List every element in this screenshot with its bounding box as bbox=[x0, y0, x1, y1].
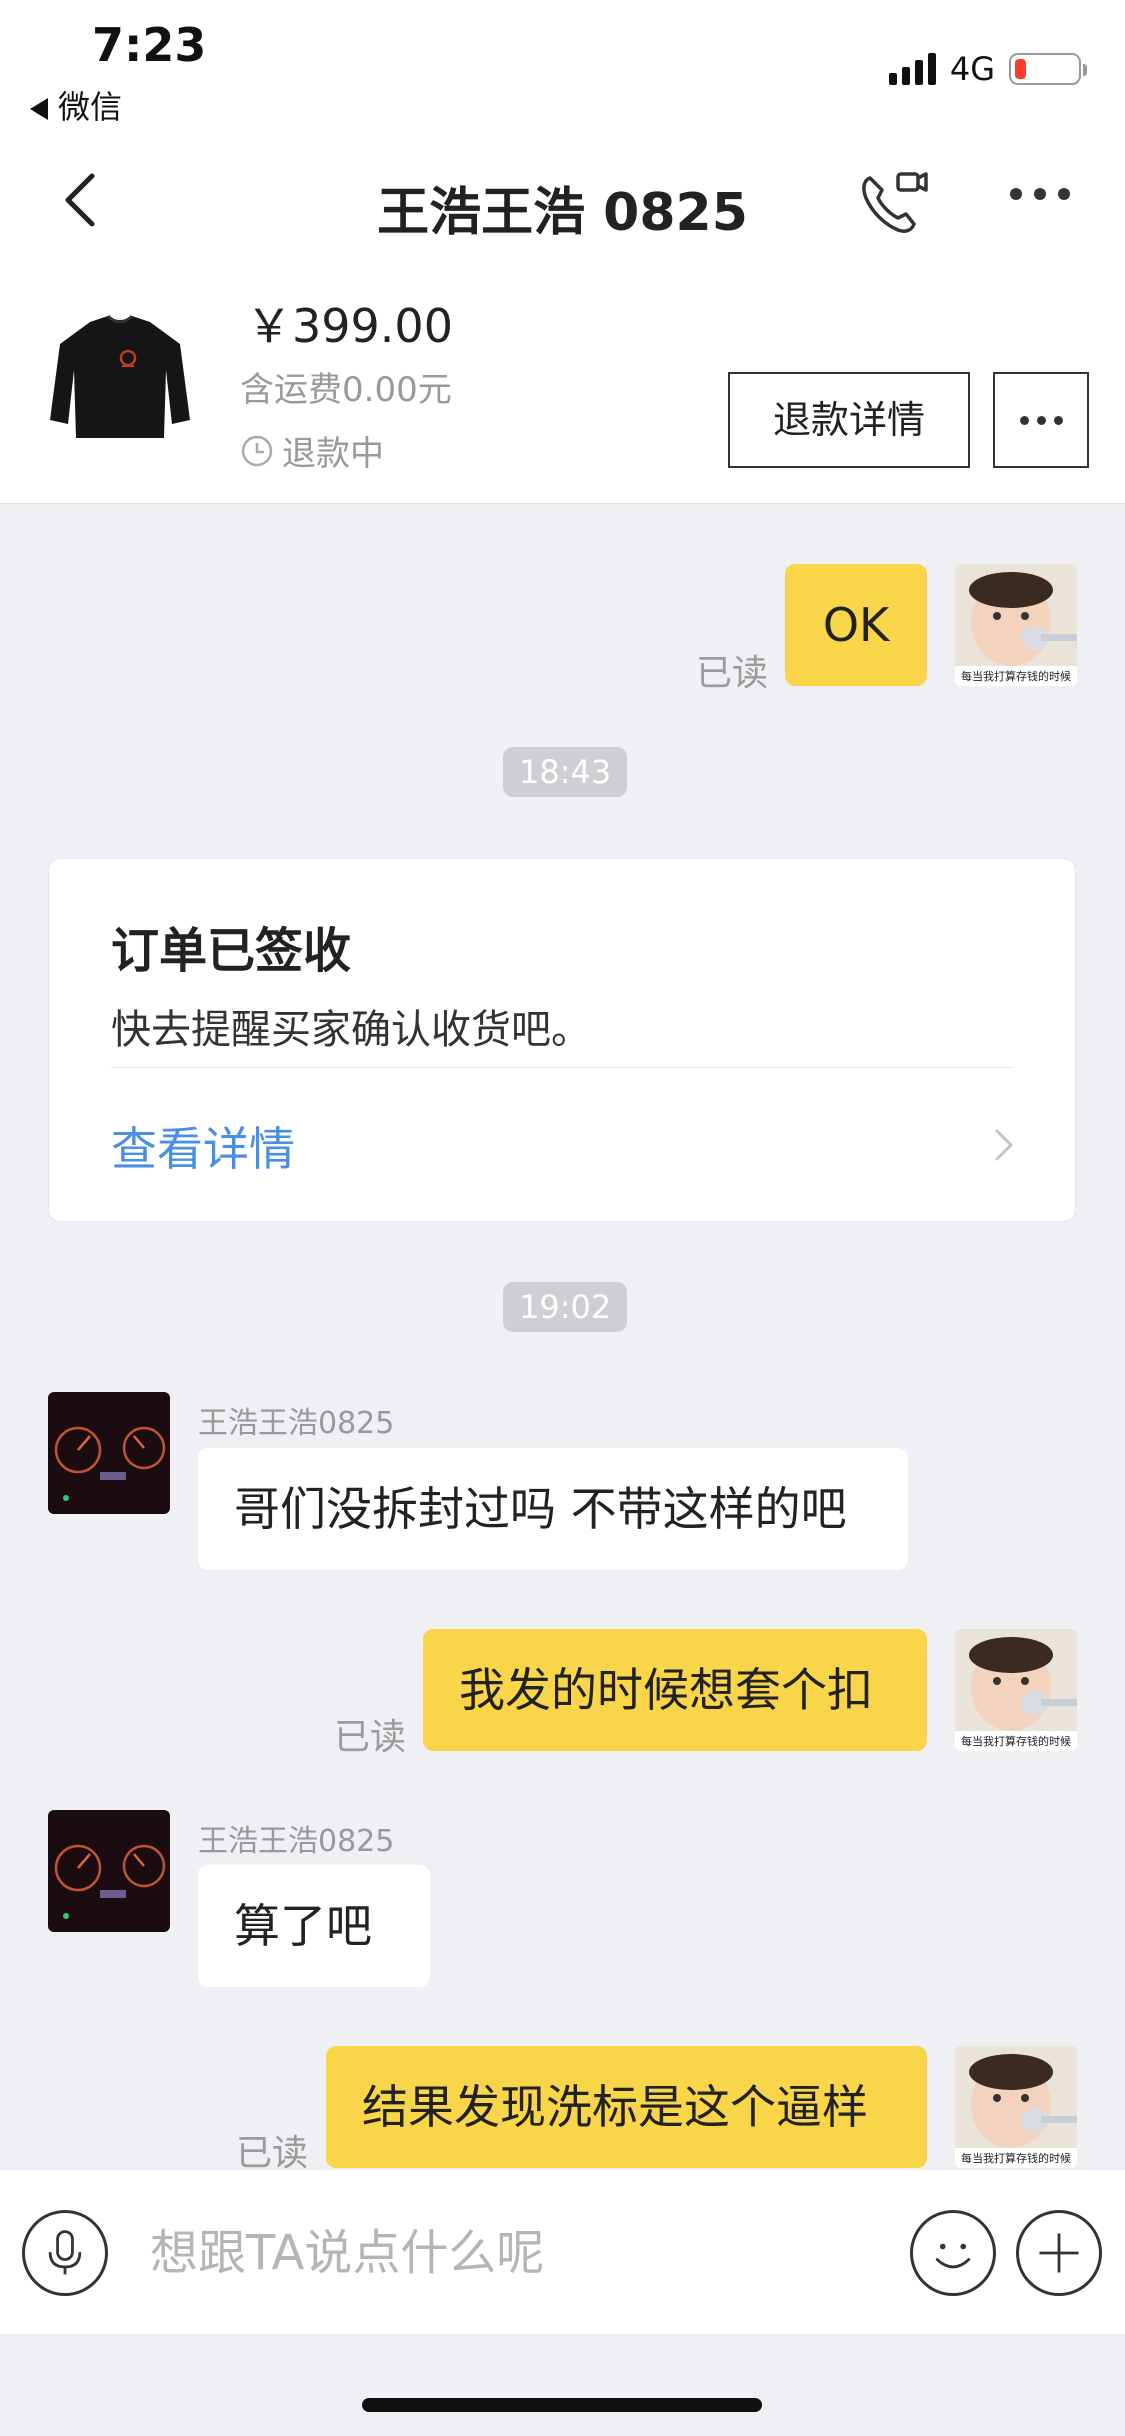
message-bubble-theirs[interactable]: 哥们没拆封过吗 不带这样的吧 bbox=[198, 1448, 908, 1570]
signal-icon bbox=[888, 53, 936, 85]
contact-avatar[interactable] bbox=[48, 1392, 170, 1514]
sender-name: 王浩王浩0825 bbox=[198, 1824, 395, 1859]
product-shipping: 含运费0.00元 bbox=[240, 370, 452, 410]
phone-video-icon[interactable] bbox=[852, 162, 932, 242]
order-card-divider bbox=[111, 1067, 1013, 1068]
voice-input-icon[interactable] bbox=[22, 2210, 108, 2296]
view-details-link[interactable]: 查看详情 bbox=[111, 1113, 295, 1179]
input-bar bbox=[0, 2170, 1125, 2334]
order-card-title: 订单已签收 bbox=[111, 923, 352, 979]
product-more-button[interactable] bbox=[993, 372, 1089, 468]
svg-text:每当我打算存钱的时候: 每当我打算存钱的时候 bbox=[961, 669, 1071, 683]
refund-status: 退款中 bbox=[240, 426, 384, 475]
message-input[interactable] bbox=[150, 2210, 890, 2296]
home-indicator bbox=[362, 2398, 762, 2412]
order-received-card: 订单已签收 快去提醒买家确认收货吧。 查看详情 bbox=[48, 858, 1076, 1222]
contact-avatar[interactable] bbox=[48, 1810, 170, 1932]
more-icon[interactable] bbox=[1010, 188, 1070, 200]
status-time: 7:23 bbox=[92, 18, 207, 72]
product-bar: ￥399.00 含运费0.00元 退款中 退款详情 bbox=[0, 260, 1125, 504]
order-card-description: 快去提醒买家确认收货吧。 bbox=[111, 1007, 591, 1053]
my-avatar[interactable]: 每当我打算存钱的时候 bbox=[955, 2046, 1077, 2168]
read-receipt: 已读 bbox=[334, 1717, 407, 1758]
battery-icon bbox=[1009, 53, 1087, 85]
refund-details-button[interactable]: 退款详情 bbox=[728, 372, 970, 468]
network-type: 4G bbox=[949, 50, 995, 88]
read-receipt: 已读 bbox=[696, 653, 769, 694]
back-app-label: 微信 bbox=[58, 88, 123, 126]
bottom-safe-area bbox=[0, 2334, 1125, 2436]
product-sweatshirt-image[interactable] bbox=[40, 300, 200, 460]
chevron-right-icon[interactable] bbox=[989, 1125, 1019, 1165]
message-bubble-mine[interactable]: OK bbox=[785, 564, 927, 686]
my-avatar[interactable]: 每当我打算存钱的时候 bbox=[955, 1629, 1077, 1751]
sender-name: 王浩王浩0825 bbox=[198, 1406, 395, 1441]
back-to-app[interactable]: 微信 bbox=[30, 82, 122, 128]
read-receipt: 已读 bbox=[236, 2133, 309, 2174]
chat-title: 王浩王浩 0825 bbox=[377, 183, 748, 243]
message-bubble-mine[interactable]: 我发的时候想套个扣 bbox=[423, 1629, 927, 1751]
timestamp-pill: 19:02 bbox=[503, 1282, 628, 1332]
message-bubble-mine[interactable]: 结果发现洗标是这个逼样 bbox=[326, 2046, 927, 2168]
status-bar: 7:23 微信 4G bbox=[0, 0, 1125, 140]
refund-status-label: 退款中 bbox=[282, 434, 384, 474]
my-avatar[interactable]: 每当我打算存钱的时候 bbox=[955, 564, 1077, 686]
svg-text:每当我打算存钱的时候: 每当我打算存钱的时候 bbox=[961, 2151, 1071, 2165]
nav-bar: 王浩王浩 0825 bbox=[0, 140, 1125, 260]
clock-icon bbox=[241, 435, 273, 466]
emoji-icon[interactable] bbox=[910, 2210, 996, 2296]
back-triangle-icon bbox=[30, 98, 48, 120]
product-price: ￥399.00 bbox=[246, 299, 453, 353]
timestamp-pill: 18:43 bbox=[503, 747, 628, 797]
svg-text:每当我打算存钱的时候: 每当我打算存钱的时候 bbox=[961, 1734, 1071, 1748]
message-bubble-theirs[interactable]: 算了吧 bbox=[198, 1865, 430, 1987]
plus-icon[interactable] bbox=[1016, 2210, 1102, 2296]
